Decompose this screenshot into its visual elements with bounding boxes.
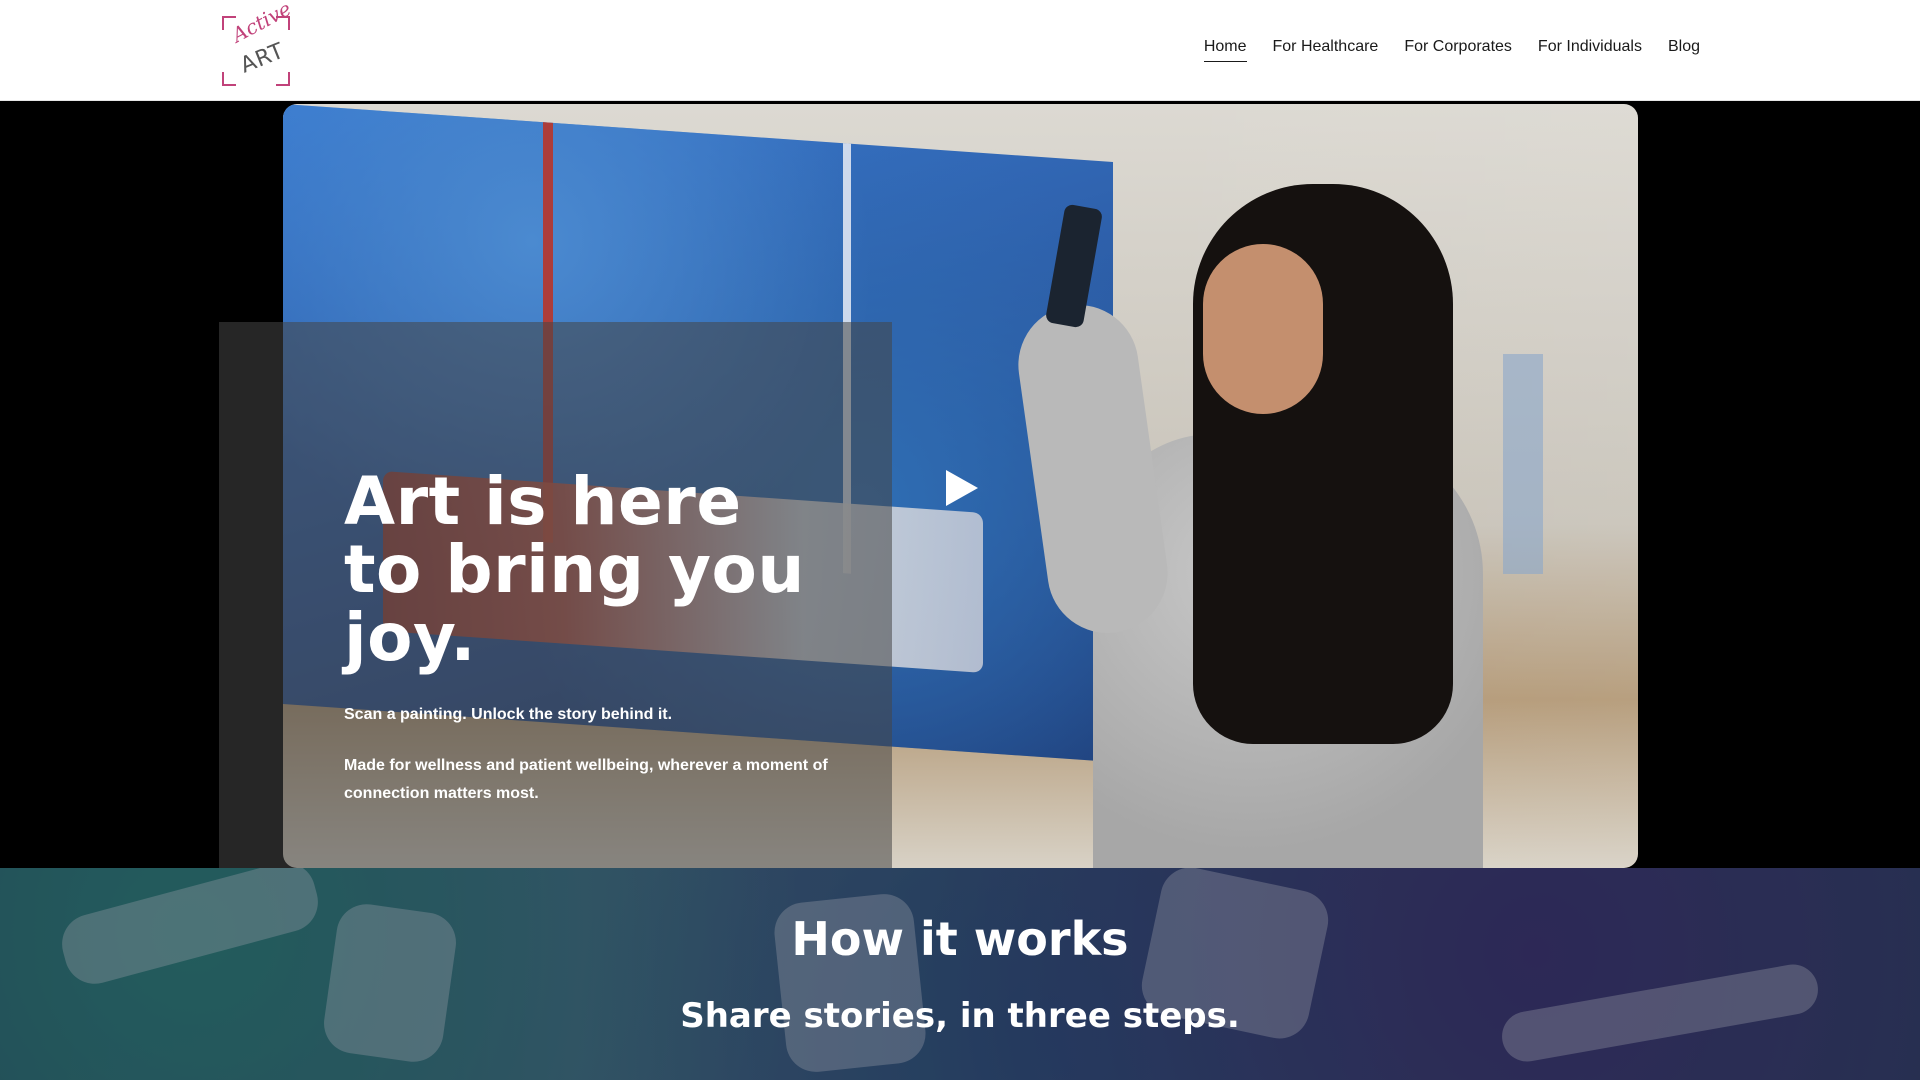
logo-corner bbox=[276, 72, 290, 86]
how-it-works-title: How it works bbox=[791, 912, 1129, 966]
video-play-button[interactable] bbox=[944, 468, 980, 508]
play-icon bbox=[946, 470, 978, 506]
active-art-logo[interactable]: Active ART bbox=[222, 0, 295, 86]
nav-for-individuals[interactable]: For Individuals bbox=[1538, 38, 1642, 62]
how-it-works-subtitle: Share stories, in three steps. bbox=[680, 996, 1240, 1036]
main-nav: Home For Healthcare For Corporates For I… bbox=[1203, 38, 1700, 62]
hero-subtitle-scan: Scan a painting. Unlock the story behind… bbox=[344, 706, 673, 723]
hero-subtitle-wellness: Made for wellness and patient wellbeing,… bbox=[344, 757, 828, 802]
hero-headline: Art is here to bring you joy. bbox=[344, 463, 805, 676]
nav-for-corporates[interactable]: For Corporates bbox=[1404, 38, 1512, 62]
site-header: Active ART Home For Healthcare For Corpo… bbox=[0, 0, 1920, 101]
nav-for-healthcare[interactable]: For Healthcare bbox=[1273, 38, 1379, 62]
nav-home[interactable]: Home bbox=[1203, 38, 1247, 62]
how-it-works-section: How it works Share stories, in three ste… bbox=[0, 868, 1920, 1080]
wall-frame-image bbox=[1503, 354, 1543, 574]
logo-corner bbox=[222, 72, 236, 86]
nav-blog[interactable]: Blog bbox=[1668, 38, 1700, 62]
woman-scanning-painting-image bbox=[973, 184, 1493, 868]
